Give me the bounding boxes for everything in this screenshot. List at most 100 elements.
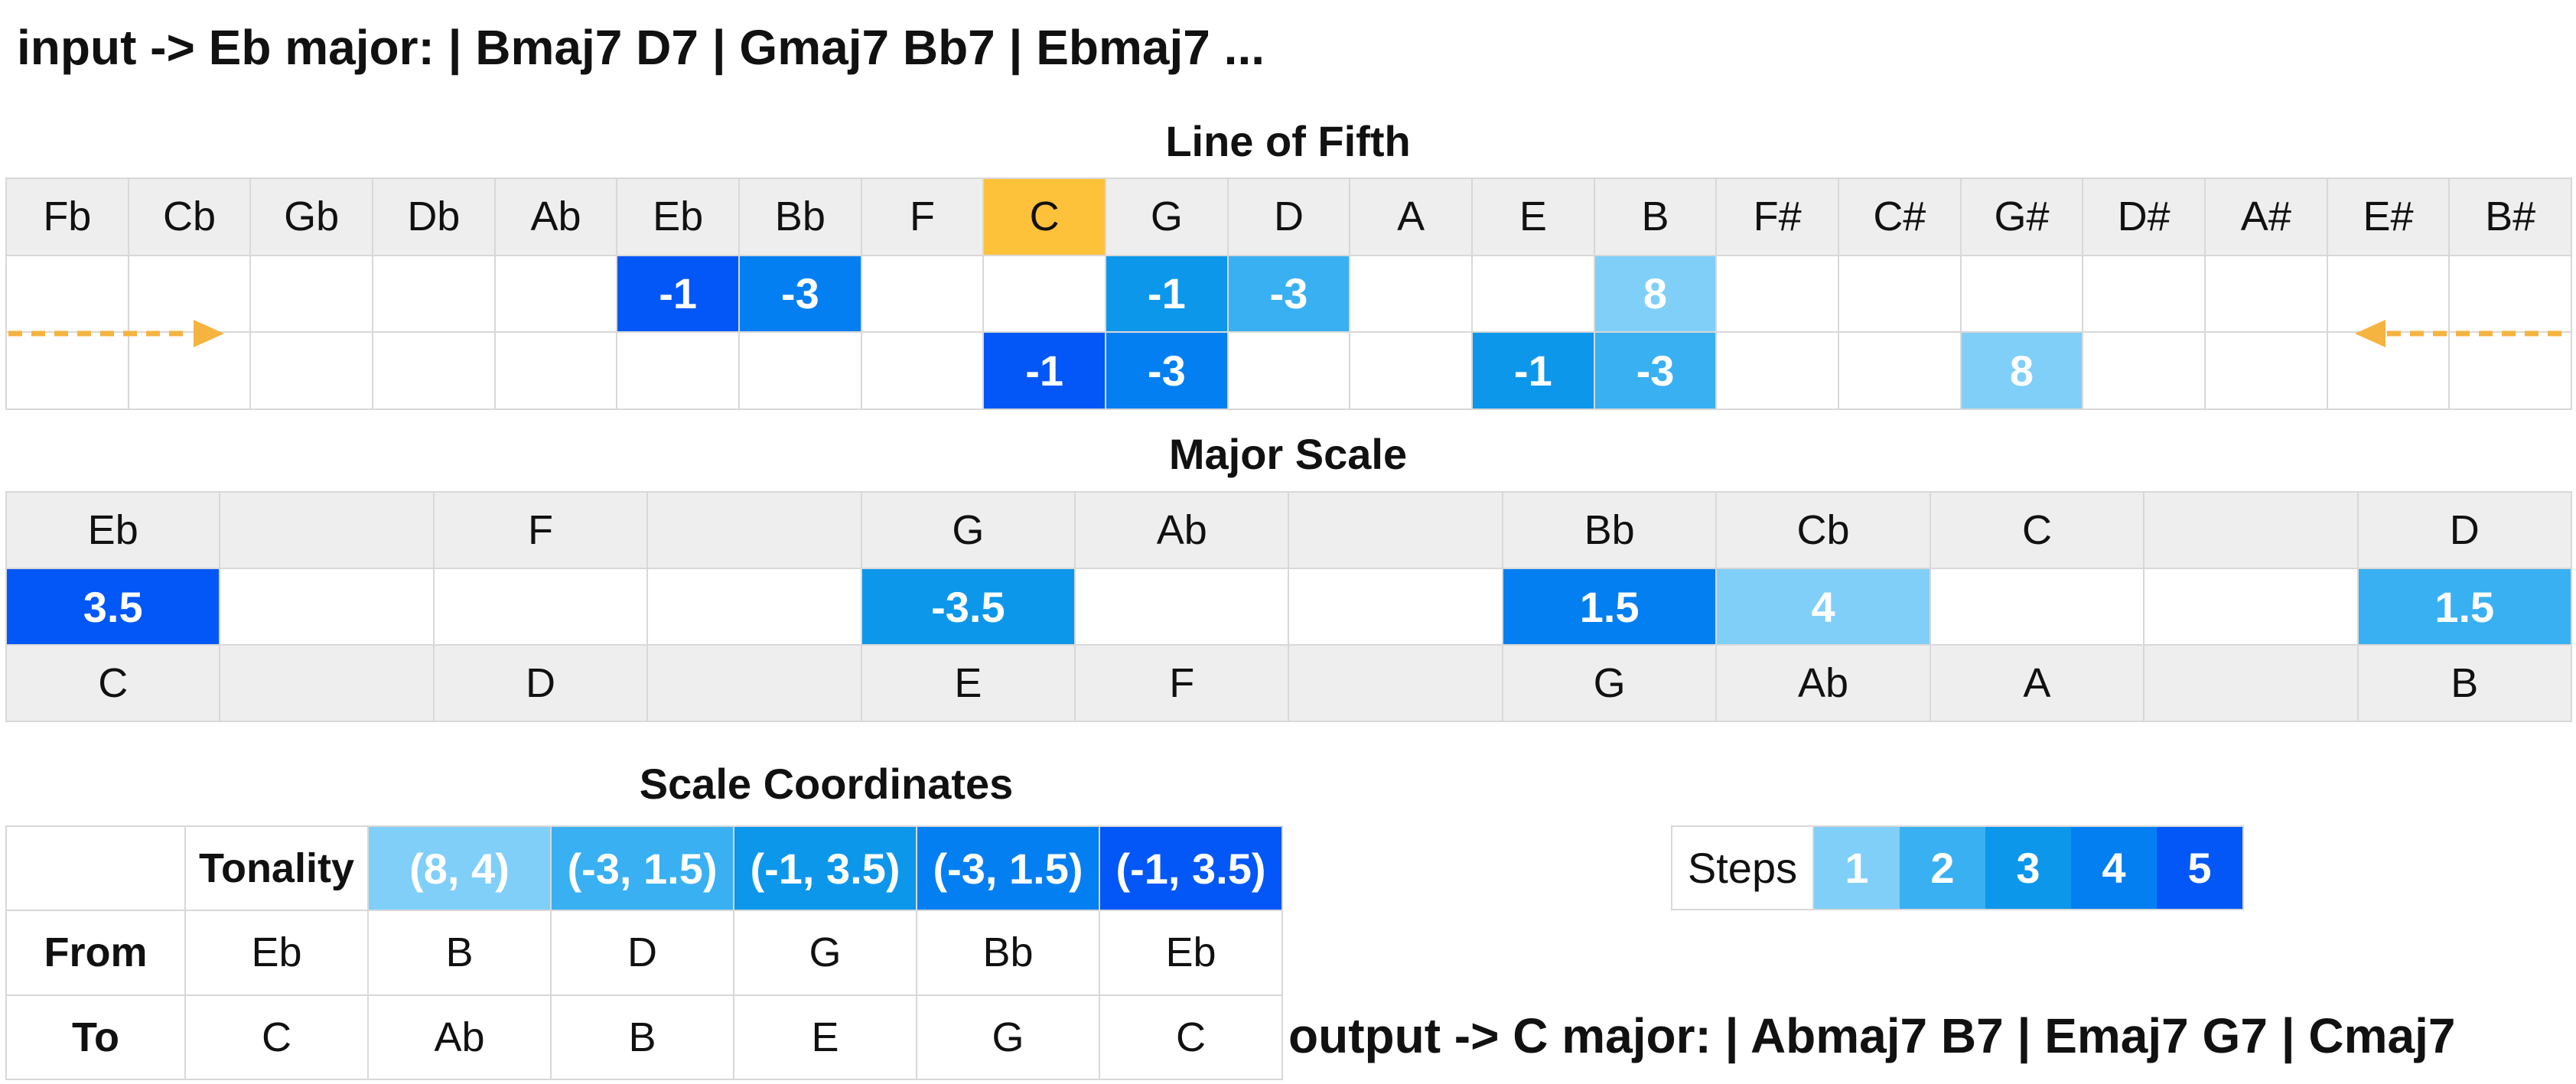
scale-bottom-empty	[2144, 646, 2359, 722]
tonality-row-label: Tonality	[186, 827, 369, 912]
output-progression: output -> C major: | Abmaj7 B7 | Emaj7 G…	[1288, 1008, 2456, 1063]
tonality-cell: (-1, 3.5)	[1100, 827, 1283, 912]
major-scale-title: Major Scale	[1168, 430, 1408, 478]
scale-bottom-empty	[648, 646, 862, 722]
fifth-note-cell: Gb	[251, 179, 373, 256]
steps-legend-label: Steps	[1672, 827, 1814, 909]
scale-value-cell: 4	[1717, 569, 1931, 646]
scale-bottom-note: G	[1503, 646, 1718, 722]
scale-empty-cell	[1930, 569, 2145, 646]
scale-top-note: Ab	[1076, 493, 1290, 569]
tonality-cell: (-1, 3.5)	[734, 827, 917, 912]
fifth-empty-cell	[1473, 256, 1595, 334]
scale-top-note: Bb	[1503, 493, 1718, 569]
fifth-note-cell: E	[1473, 179, 1595, 256]
scale-bottom-note: E	[861, 646, 1076, 722]
fifth-empty-cell	[495, 333, 618, 410]
fifth-empty-cell	[1717, 256, 1839, 334]
fifth-note-cell: E#	[2327, 179, 2451, 256]
scale-value-cell: 1.5	[2358, 569, 2572, 646]
to-row-label: To	[7, 995, 186, 1080]
scale-bottom-note: A	[1930, 646, 2145, 722]
to-note-cell: G	[917, 995, 1100, 1080]
fifth-empty-cell	[2083, 256, 2206, 334]
scale-coordinates-title: Scale Coordinates	[639, 760, 1014, 808]
fifth-empty-cell	[740, 333, 862, 410]
fifth-empty-cell	[861, 256, 985, 334]
scale-value-cell: 3.5	[7, 569, 221, 646]
line-of-fifth-title: Line of Fifth	[1165, 117, 1411, 165]
fifth-empty-cell	[1717, 333, 1839, 410]
scale-empty-cell	[220, 569, 435, 646]
scale-bottom-empty	[220, 646, 435, 722]
fifth-note-cell: C#	[1839, 179, 1962, 256]
right-arrow-head	[194, 320, 224, 347]
fifth-empty-cell	[1350, 333, 1473, 410]
to-note-cell: B	[552, 995, 734, 1080]
fifth-note-cell: Eb	[617, 179, 740, 256]
fifth-value-cell: -3	[1228, 256, 1351, 334]
from-note-cell: G	[734, 911, 917, 996]
fifth-value-cell: -3	[1594, 333, 1718, 410]
input-progression: input -> Eb major: | Bmaj7 D7 | Gmaj7 Bb…	[17, 20, 1265, 75]
scale-value-cell: 1.5	[1503, 569, 1718, 646]
fifth-note-cell: D#	[2083, 179, 2206, 256]
fifth-note-cell: A	[1350, 179, 1473, 256]
from-note-cell: B	[369, 911, 552, 996]
fifth-note-cell: Fb	[7, 179, 129, 256]
fifth-empty-cell	[495, 256, 618, 334]
scale-bottom-note: Ab	[1717, 646, 1931, 722]
step-swatch-3: 3	[1985, 827, 2071, 909]
fifth-note-cell: G	[1106, 179, 1229, 256]
scale-bottom-note: C	[7, 646, 221, 722]
fifth-empty-cell	[2206, 256, 2328, 334]
scale-coordinates-table: Tonality (8, 4) (-3, 1.5) (-1, 3.5) (-3, 1.5…	[5, 825, 1283, 1080]
fifth-note-cell: Bb	[740, 179, 862, 256]
scale-empty-cell	[1289, 569, 1503, 646]
step-swatch-4: 4	[2071, 827, 2157, 909]
scale-empty-cell	[648, 569, 862, 646]
scale-top-note: C	[1930, 493, 2145, 569]
fifth-value-cell: -1	[1106, 256, 1229, 334]
fifth-empty-cell	[1839, 256, 1962, 334]
fifth-empty-cell	[617, 333, 740, 410]
scale-top-note: F	[434, 493, 649, 569]
scale-top-empty	[220, 493, 435, 569]
fifth-empty-cell	[251, 256, 373, 334]
fifth-note-cell: Db	[373, 179, 496, 256]
fifth-empty-cell	[1228, 333, 1351, 410]
tonality-cell: (8, 4)	[369, 827, 552, 912]
from-note-cell: Eb	[1100, 911, 1283, 996]
scale-empty-cell	[434, 569, 649, 646]
fifth-value-cell: -1	[984, 333, 1106, 410]
fifth-note-cell: D	[1228, 179, 1351, 256]
fifth-note-cell: F#	[1717, 179, 1839, 256]
table-corner-cell	[7, 827, 186, 912]
line-of-fifth-grid: Fb Cb Gb Db Ab Eb Bb F C G D A E B F# C# G# D# A# E# B# -1 -3-…	[5, 177, 2572, 410]
fifth-empty-cell	[1350, 256, 1473, 334]
from-note-cell: Eb	[186, 911, 369, 996]
scale-top-empty	[648, 493, 862, 569]
left-arrow-icon	[2355, 320, 2571, 347]
step-swatch-2: 2	[1900, 827, 1985, 909]
scale-top-note: D	[2358, 493, 2572, 569]
fifth-note-cell: A#	[2206, 179, 2328, 256]
to-note-cell: C	[1100, 995, 1283, 1080]
left-arrow-head	[2355, 320, 2385, 347]
step-swatch-1: 1	[1814, 827, 1900, 909]
fifth-note-cell: F	[861, 179, 985, 256]
fifth-empty-cell	[1839, 333, 1962, 410]
fifth-value-cell: -3	[740, 256, 862, 334]
fifth-note-cell: G#	[1961, 179, 2084, 256]
fifth-empty-cell	[1961, 256, 2084, 334]
step-swatch-5: 5	[2157, 827, 2242, 909]
tonality-cell: (-3, 1.5)	[917, 827, 1100, 912]
scale-top-note: Cb	[1717, 493, 1931, 569]
fifth-note-cell: Cb	[129, 179, 252, 256]
fifth-note-cell: B	[1594, 179, 1718, 256]
fifth-empty-cell	[2083, 333, 2206, 410]
scale-bottom-note: D	[434, 646, 649, 722]
fifth-empty-cell	[373, 333, 496, 410]
tonality-cell: (-3, 1.5)	[552, 827, 734, 912]
fifth-note-cell: B#	[2450, 179, 2572, 256]
